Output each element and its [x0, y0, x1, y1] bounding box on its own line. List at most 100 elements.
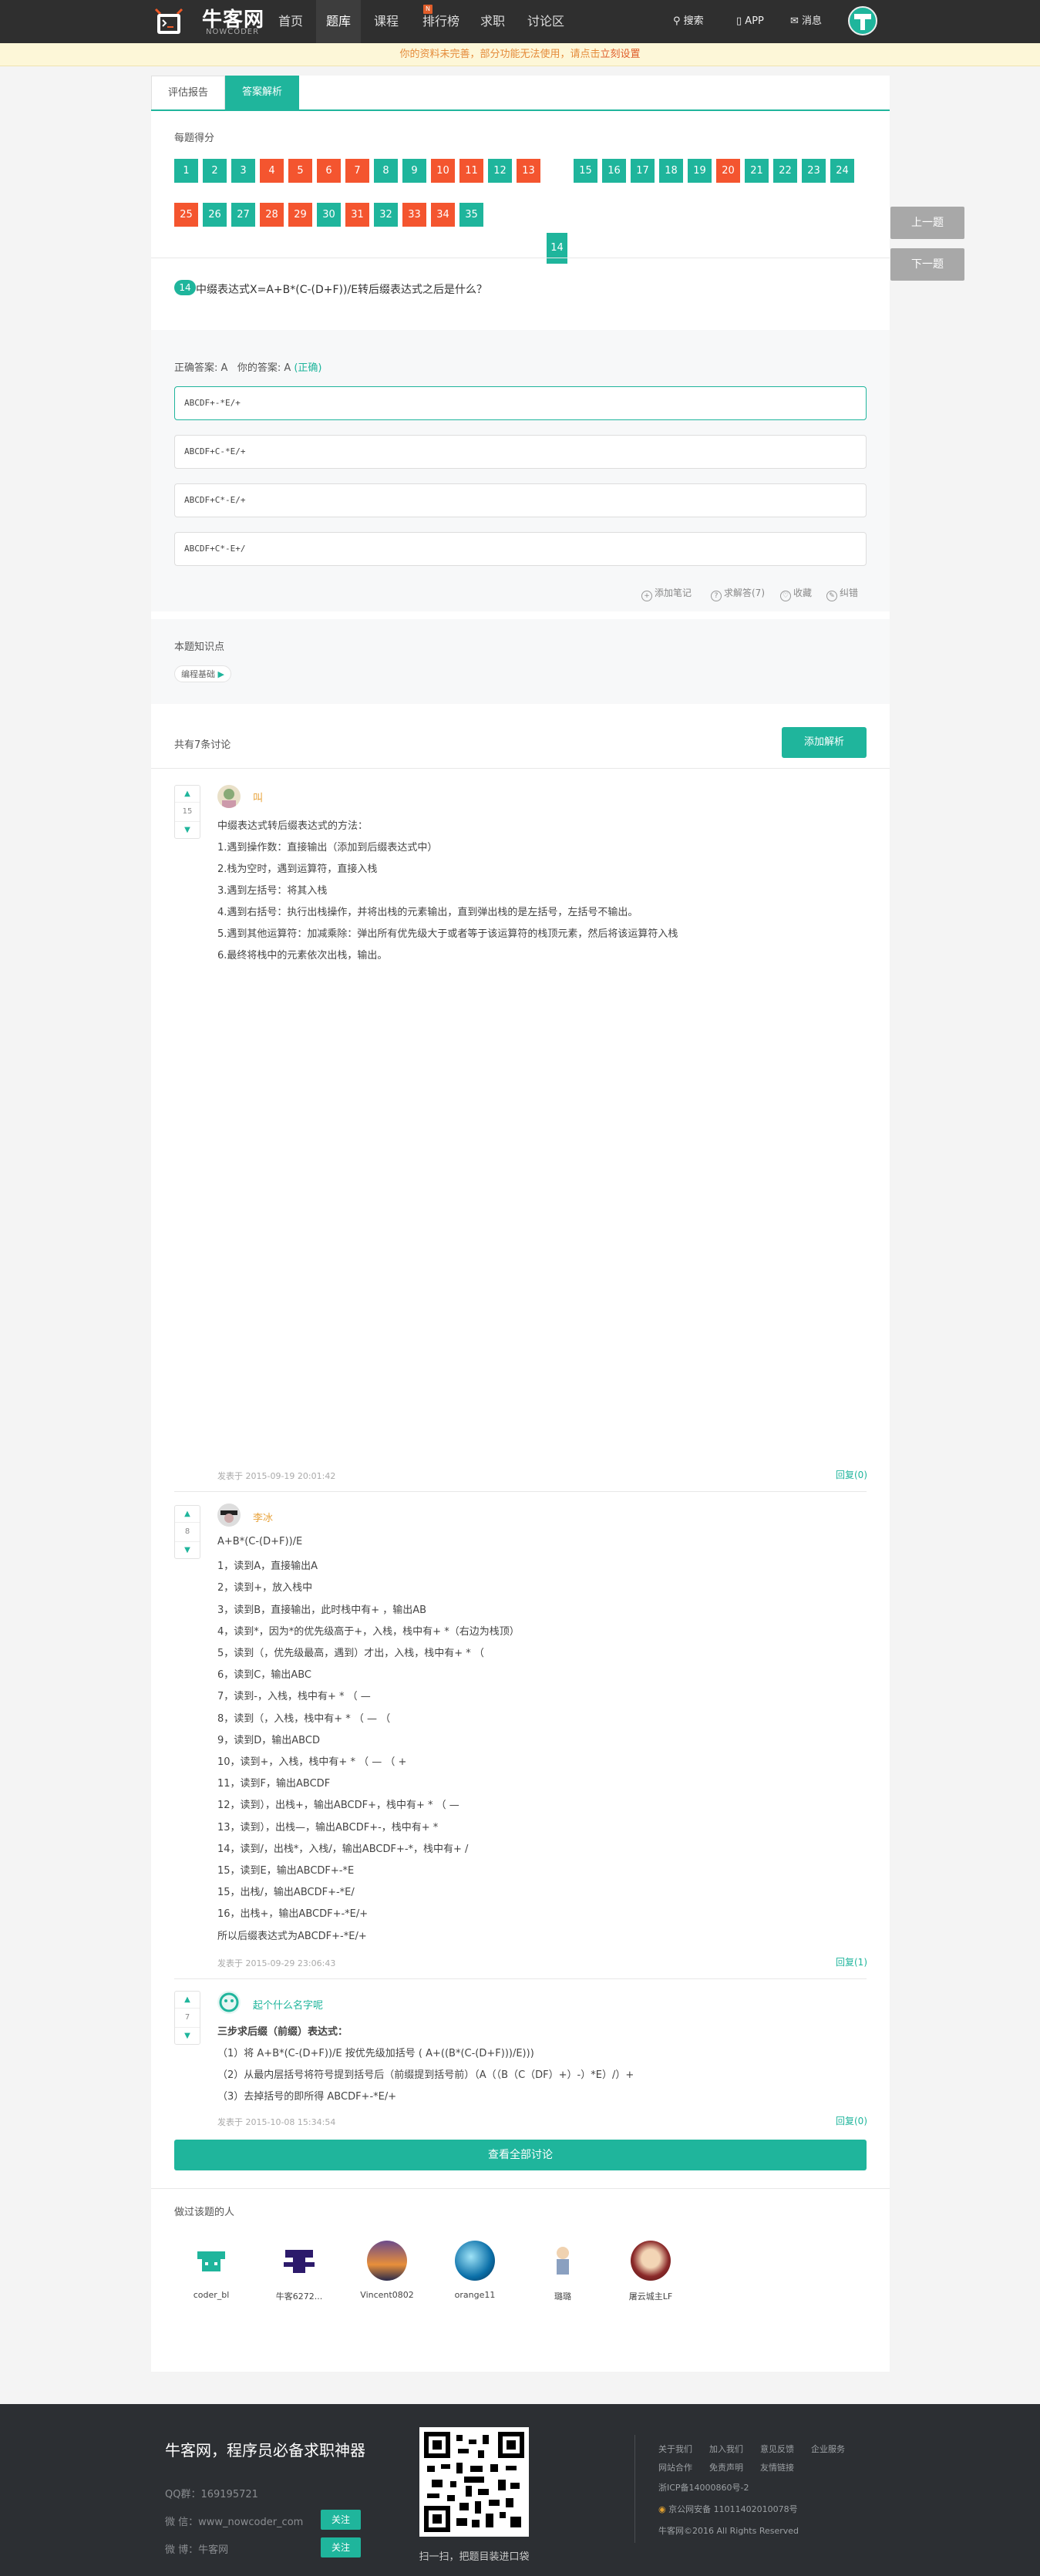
reply-link[interactable]: 回复(1) [836, 1955, 867, 1968]
follow-weibo-button[interactable]: 关注 [321, 2537, 361, 2557]
see-all-discussion-button[interactable]: 查看全部讨论 [174, 2140, 867, 2170]
nav-jobs[interactable]: 求职 [473, 0, 512, 43]
reply-link[interactable]: 回复(0) [836, 2114, 867, 2127]
person-name[interactable]: 牛客6272... [261, 2290, 338, 2302]
favorite-button[interactable]: ♡ 收藏 [780, 586, 812, 601]
score-cell-28[interactable]: 28 [260, 203, 284, 227]
commenter-name[interactable]: 起个什么名字呢 [253, 1997, 323, 2012]
footer-link[interactable]: 友情链接 [760, 2461, 794, 2473]
footer-link[interactable]: 网站合作 [658, 2461, 692, 2473]
downvote-icon[interactable]: ▼ [175, 821, 200, 838]
score-cell-17[interactable]: 17 [631, 159, 655, 183]
add-analysis-button[interactable]: 添加解析 [782, 727, 867, 758]
score-cell-20[interactable]: 20 [716, 159, 740, 183]
commenter-avatar[interactable] [217, 1991, 241, 2014]
commenter-avatar[interactable] [217, 1504, 241, 1527]
score-cell-32[interactable]: 32 [374, 203, 398, 227]
icp-number[interactable]: 浙ICP备14000860号-2 [658, 2481, 749, 2494]
score-cell-26[interactable]: 26 [203, 203, 227, 227]
footer-link[interactable]: 免责声明 [709, 2461, 743, 2473]
score-cell-22[interactable]: 22 [773, 159, 797, 183]
upvote-icon[interactable]: ▲ [175, 1992, 200, 2009]
option-a[interactable]: ABCDF+-*E/+ [174, 386, 867, 420]
person-avatar[interactable] [455, 2241, 495, 2281]
score-cell-8[interactable]: 8 [374, 159, 398, 183]
nav-home[interactable]: 首页 [270, 0, 311, 43]
tab-report[interactable]: 评估报告 [151, 76, 225, 109]
score-cell-21[interactable]: 21 [745, 159, 769, 183]
score-cell-2[interactable]: 2 [203, 159, 227, 183]
knowledge-tag[interactable]: 编程基础 ▶ [174, 665, 231, 682]
search-link[interactable]: ⚲ 搜索 [673, 0, 704, 43]
nav-forum[interactable]: 讨论区 [521, 0, 570, 43]
score-cell-3[interactable]: 3 [231, 159, 255, 183]
score-cell-25[interactable]: 25 [174, 203, 198, 227]
option-c[interactable]: ABCDF+C*-E/+ [174, 483, 867, 517]
person-avatar[interactable] [543, 2241, 583, 2281]
downvote-icon[interactable]: ▼ [175, 1541, 200, 1558]
score-cell-31[interactable]: 31 [345, 203, 369, 227]
score-cell-35[interactable]: 35 [459, 203, 483, 227]
next-question-button[interactable]: 下一题 [890, 248, 964, 281]
score-cell-33[interactable]: 33 [402, 203, 426, 227]
score-cell-24[interactable]: 24 [830, 159, 854, 183]
setup-link[interactable]: 立刻设置 [601, 49, 641, 60]
person-avatar[interactable] [631, 2241, 671, 2281]
score-cell-5[interactable]: 5 [288, 159, 312, 183]
score-cell-23[interactable]: 23 [802, 159, 826, 183]
score-cell-27[interactable]: 27 [231, 203, 255, 227]
upvote-icon[interactable]: ▲ [175, 786, 200, 803]
score-cell-30[interactable]: 30 [317, 203, 341, 227]
person-avatar[interactable] [279, 2241, 319, 2281]
score-cell-18[interactable]: 18 [659, 159, 683, 183]
score-cell-7[interactable]: 7 [345, 159, 369, 183]
score-cell-12[interactable]: 12 [488, 159, 512, 183]
footer-link[interactable]: 企业服务 [811, 2443, 845, 2455]
person-name[interactable]: 屠云城主LF [612, 2290, 689, 2302]
score-cell-10[interactable]: 10 [431, 159, 455, 183]
upvote-icon[interactable]: ▲ [175, 1506, 200, 1523]
score-cell-4[interactable]: 4 [260, 159, 284, 183]
score-cell-14[interactable]: 14 [545, 231, 569, 265]
option-b[interactable]: ABCDF+C-*E/+ [174, 435, 867, 469]
downvote-icon[interactable]: ▼ [175, 2027, 200, 2044]
person-avatar[interactable] [191, 2241, 231, 2281]
score-cell-34[interactable]: 34 [431, 203, 455, 227]
prev-question-button[interactable]: 上一题 [890, 207, 964, 239]
score-cell-16[interactable]: 16 [602, 159, 626, 183]
nav-ranking[interactable]: 排行榜 [416, 0, 466, 43]
commenter-avatar[interactable] [217, 785, 241, 808]
follow-wechat-button[interactable]: 关注 [321, 2510, 361, 2530]
app-link[interactable]: ▯ APP [736, 0, 764, 43]
messages-link[interactable]: ✉ 消息 [790, 0, 822, 43]
commenter-name[interactable]: 李冰 [253, 1510, 273, 1524]
score-cell-19[interactable]: 19 [688, 159, 712, 183]
person-name[interactable]: Vincent0802 [348, 2290, 426, 2300]
logo-icon[interactable] [153, 6, 185, 37]
score-cell-13[interactable]: 13 [517, 159, 540, 183]
score-cell-15[interactable]: 15 [574, 159, 597, 183]
footer-link[interactable]: 加入我们 [709, 2443, 743, 2455]
add-note-button[interactable]: + 添加笔记 [641, 586, 692, 601]
score-cell-29[interactable]: 29 [288, 203, 312, 227]
person-name[interactable]: coder_bl [173, 2290, 250, 2300]
person-name[interactable]: 璐璐 [524, 2290, 601, 2302]
score-cell-6[interactable]: 6 [317, 159, 341, 183]
police-record[interactable]: ◉ 京公网安备 11011402010078号 [658, 2503, 798, 2515]
score-cell-9[interactable]: 9 [402, 159, 426, 183]
person-name[interactable]: orange11 [436, 2290, 513, 2300]
tab-analysis[interactable]: 答案解析 [225, 76, 299, 109]
ask-answer-button[interactable]: ? 求解答(7) [711, 586, 765, 601]
commenter-name[interactable]: 叫 [253, 790, 263, 804]
person-avatar[interactable] [367, 2241, 407, 2281]
nav-courses[interactable]: 课程 [364, 0, 409, 43]
score-cell-1[interactable]: 1 [174, 159, 198, 183]
nav-question-bank[interactable]: 题库 [316, 0, 361, 43]
footer-link[interactable]: 关于我们 [658, 2443, 692, 2455]
footer-link[interactable]: 意见反馈 [760, 2443, 794, 2455]
report-error-button[interactable]: ✎ 纠错 [826, 586, 858, 601]
user-avatar[interactable] [848, 6, 877, 35]
reply-link[interactable]: 回复(0) [836, 1468, 867, 1481]
score-cell-11[interactable]: 11 [459, 159, 483, 183]
option-d[interactable]: ABCDF+C*-E+/ [174, 532, 867, 566]
